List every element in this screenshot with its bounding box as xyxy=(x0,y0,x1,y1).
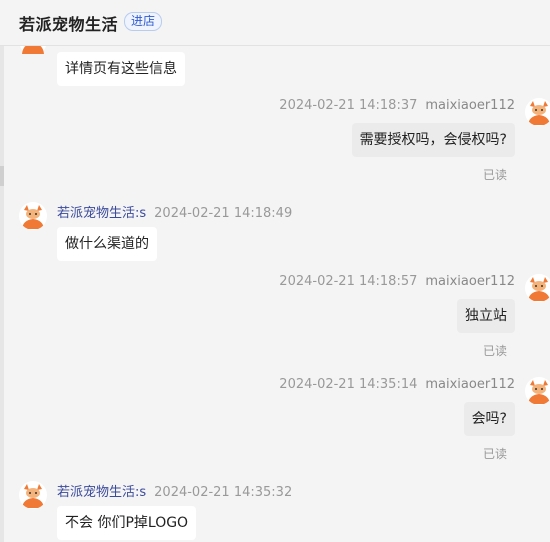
enter-shop-button[interactable]: 进店 xyxy=(124,12,163,31)
cartoon-pet-avatar-icon xyxy=(19,481,47,509)
message-time: 2024-02-21 14:18:49 xyxy=(154,206,293,221)
message-time: 2024-02-21 14:35:32 xyxy=(154,485,293,500)
message-bubble: 需要授权吗，会侵权吗? xyxy=(351,123,515,157)
message-bubble: 做什么渠道的 xyxy=(57,227,157,261)
message-bubble: 会吗? xyxy=(463,402,515,436)
avatar xyxy=(525,274,550,302)
read-status: 已读 xyxy=(482,447,507,461)
cartoon-pet-avatar-icon xyxy=(525,274,550,302)
read-status: 已读 xyxy=(482,168,507,182)
avatar xyxy=(525,377,550,405)
message-meta: 2024-02-21 14:35:14 maixiaoer112 xyxy=(279,377,515,392)
message-time: 2024-02-21 14:18:37 xyxy=(279,98,418,113)
sender-name: 若派宠物生活:s xyxy=(57,206,147,221)
read-status: 已读 xyxy=(482,344,507,358)
message-meta: 2024-02-21 14:18:37 maixiaoer112 xyxy=(279,98,515,113)
cartoon-pet-avatar-icon xyxy=(525,98,550,126)
sender-name: 若派宠物生活:s xyxy=(57,485,147,500)
message-time: 2024-02-21 14:35:14 xyxy=(279,377,418,392)
chat-header: 若派宠物生活 进店 xyxy=(0,0,550,46)
message-bubble: 详情页有这些信息 xyxy=(57,52,185,86)
scrollbar[interactable] xyxy=(0,46,4,542)
avatar xyxy=(525,98,550,126)
sender-id: maixiaoer112 xyxy=(425,377,515,392)
message-meta: 若派宠物生活:s 2024-02-21 14:18:49 xyxy=(57,202,292,221)
sender-id: maixiaoer112 xyxy=(425,98,515,113)
message-meta: 2024-02-21 14:18:57 maixiaoer112 xyxy=(279,274,515,289)
cartoon-pet-avatar-icon xyxy=(525,377,550,405)
message-time: 2024-02-21 14:18:57 xyxy=(279,274,418,289)
message-bubble: 不会 你们P掉LOGO xyxy=(57,506,197,540)
message-bubble: 独立站 xyxy=(457,299,515,333)
avatar xyxy=(19,202,47,230)
sender-id: maixiaoer112 xyxy=(425,274,515,289)
avatar xyxy=(19,481,47,509)
shop-name: 若派宠物生活 xyxy=(19,15,119,34)
message-meta: 若派宠物生活:s 2024-02-21 14:35:32 xyxy=(57,481,292,500)
cartoon-pet-avatar-icon xyxy=(19,202,47,230)
